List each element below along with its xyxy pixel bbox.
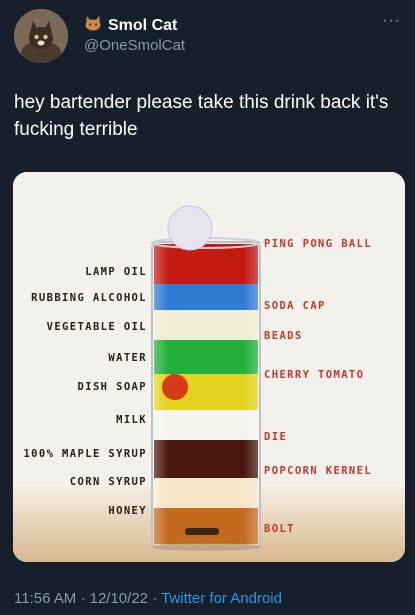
tweet-image[interactable]: LAMP OIL RUBBING ALCOHOL VEGETABLE OIL W… <box>13 172 405 562</box>
label-maple-syrup: 100% MAPLE SYRUP <box>23 448 147 460</box>
bolt <box>185 528 219 535</box>
label-milk: MILK <box>116 414 147 426</box>
label-honey: HONEY <box>108 505 147 517</box>
tweet-text: hey bartender please take this drink bac… <box>14 92 389 140</box>
author-name-row: Smol Cat <box>84 16 177 36</box>
display-name[interactable]: Smol Cat <box>108 17 177 35</box>
label-ping-pong-ball: PING PONG BALL <box>264 238 372 250</box>
label-soda-cap: SODA CAP <box>264 300 326 312</box>
label-vegetable-oil: VEGETABLE OIL <box>47 321 147 333</box>
avatar[interactable] <box>14 9 68 63</box>
user-handle[interactable]: @OneSmolCat <box>84 37 185 54</box>
meta-separator: · <box>152 590 158 607</box>
cherry-tomato <box>162 374 188 400</box>
label-bolt: BOLT <box>264 523 295 535</box>
label-rubbing-alcohol: RUBBING ALCOHOL <box>31 292 147 304</box>
label-popcorn-kernel: POPCORN KERNEL <box>264 465 372 477</box>
label-beads: BEADS <box>264 330 303 342</box>
meta-separator: · <box>80 590 86 607</box>
cat-avatar-icon <box>14 9 68 63</box>
label-lamp-oil: LAMP OIL <box>85 266 147 278</box>
tweet-source-link[interactable]: Twitter for Android <box>161 590 282 607</box>
label-water: WATER <box>108 352 147 364</box>
more-icon[interactable]: ··· <box>382 12 401 30</box>
tweet-time[interactable]: 11:56 AM <box>14 590 76 607</box>
cat-badge-icon <box>84 16 102 36</box>
label-corn-syrup: CORN SYRUP <box>70 476 147 488</box>
label-cherry-tomato: CHERRY TOMATO <box>264 369 364 381</box>
label-die: DIE <box>264 431 287 443</box>
tweet-meta: 11:56 AM · 12/10/22 · Twitter for Androi… <box>14 590 282 607</box>
ping-pong-ball <box>167 205 213 251</box>
tweet-date[interactable]: 12/10/22 <box>90 590 148 607</box>
label-dish-soap: DISH SOAP <box>78 381 148 393</box>
